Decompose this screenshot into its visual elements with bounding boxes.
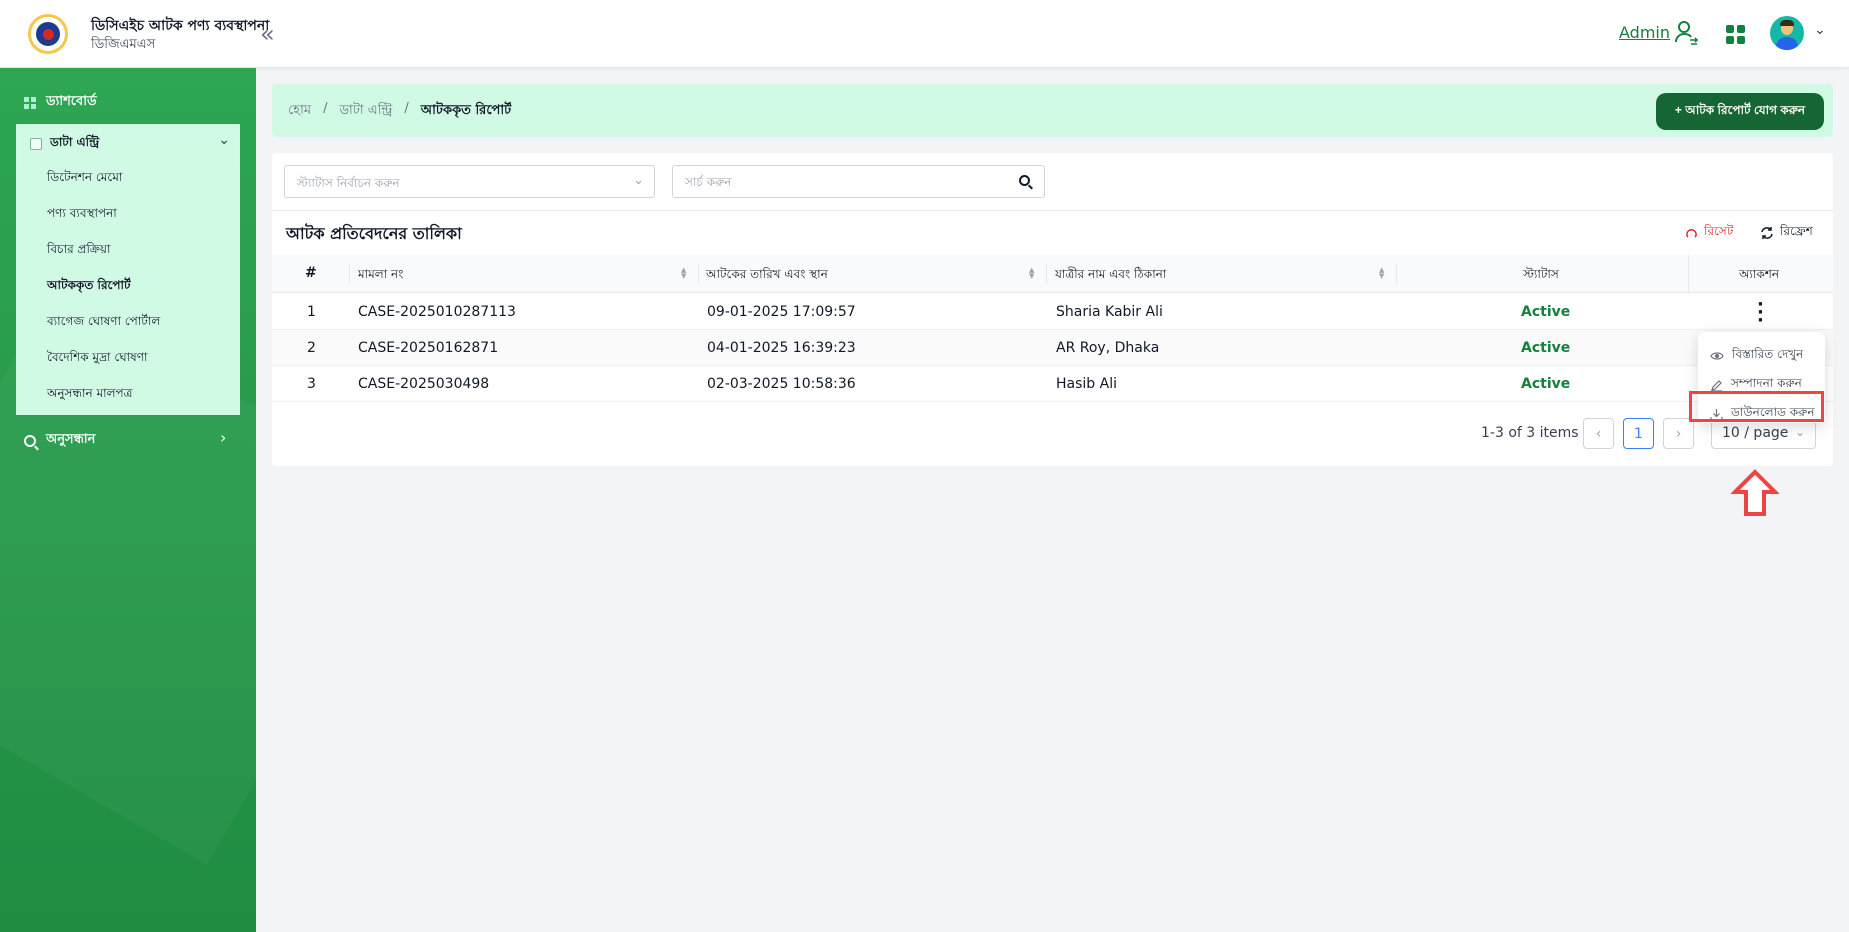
column-header-action: অ্যাকশন <box>1739 267 1780 281</box>
chevron-down-icon[interactable]: ⌄ <box>1814 22 1826 38</box>
chevron-down-icon: ⌄ <box>633 173 644 188</box>
column-header-status: স্ট্যাটাস <box>1523 267 1559 281</box>
column-header-seizure-date[interactable]: আটকের তারিখ এবং স্থান <box>706 266 828 286</box>
sidebar-item-trial-process[interactable]: বিচার প্রক্রিয়া <box>47 241 110 261</box>
refresh-button[interactable]: রিফ্রেশ <box>1760 223 1813 243</box>
status-select-placeholder: স্ট্যাটাস নির্বাচন করুন <box>297 176 400 190</box>
sidebar-item-search[interactable]: অনুসন্ধান <box>24 430 95 451</box>
sort-icon[interactable]: ▲ ▼ <box>681 267 686 280</box>
edit-icon <box>1711 379 1722 392</box>
reset-button[interactable]: রিসেট <box>1685 223 1733 243</box>
next-page-button[interactable]: › <box>1663 418 1694 449</box>
seizure-date: 04-01-2025 16:39:23 <box>707 340 856 356</box>
breadcrumb-data-entry[interactable]: ডাটা এন্ট্রি <box>339 101 392 122</box>
breadcrumb-separator: / <box>404 101 409 116</box>
case-number: CASE-2025030498 <box>358 376 490 392</box>
table-header: # মামলা নং ▲ ▼ আটকের তারিখ এবং স্থান ▲ ▼ য… <box>272 255 1833 293</box>
breadcrumb: হোম / ডাটা এন্ট্রি / আটককৃত রিপোর্ট <box>288 101 511 122</box>
user-name[interactable]: Admin <box>1619 23 1670 42</box>
sidebar-item-detention-memo[interactable]: ডিটেনশন মেমো <box>47 169 122 189</box>
page-size-value: 10 / page <box>1722 425 1789 441</box>
chevron-right-icon[interactable]: › <box>220 428 226 447</box>
case-number: CASE-2025010287113 <box>358 304 516 320</box>
search-box <box>672 165 1045 198</box>
column-header-case-no[interactable]: মামলা নং <box>358 266 403 286</box>
reset-icon <box>1686 228 1697 238</box>
divider <box>272 210 1833 211</box>
page-number[interactable]: 1 <box>1623 418 1654 449</box>
chevron-down-icon[interactable]: ⌄ <box>218 132 230 148</box>
add-report-button[interactable]: + আটক রিপোর্ট যোগ করুন <box>1656 93 1824 130</box>
sidebar: ড্যাশবোর্ড ডাটা এন্ট্রি ⌄ ডিটেনশন মেমো প… <box>0 68 256 932</box>
eye-icon <box>1710 352 1724 360</box>
dashboard-icon <box>24 96 36 109</box>
search-input[interactable] <box>673 166 1003 197</box>
status-badge: Active <box>1521 340 1571 356</box>
app-subtitle: ডিজিএমএস <box>91 37 156 52</box>
table-title: আটক প্রতিবেদনের তালিকা <box>286 224 462 243</box>
sort-icon[interactable]: ▲ ▼ <box>1379 267 1384 280</box>
status-select[interactable]: স্ট্যাটাস নির্বাচন করুন ⌄ <box>284 165 655 198</box>
data-entry-icon <box>30 138 42 150</box>
passenger-name: AR Roy, Dhaka <box>1056 340 1160 356</box>
avatar[interactable] <box>1770 16 1804 50</box>
arrow-up-icon <box>1731 469 1779 516</box>
breadcrumb-bar: হোম / ডাটা এন্ট্রি / আটককৃত রিপোর্ট <box>272 84 1833 137</box>
seizure-date: 09-01-2025 17:09:57 <box>707 304 856 320</box>
seizure-date: 02-03-2025 10:58:36 <box>707 376 856 392</box>
prev-page-button[interactable]: ‹ <box>1583 418 1614 449</box>
passenger-name: Sharia Kabir Ali <box>1056 304 1163 320</box>
collapse-sidebar-icon[interactable]: « <box>260 20 275 48</box>
table-row: 2 CASE-20250162871 04-01-2025 16:39:23 A… <box>272 330 1833 366</box>
status-badge: Active <box>1521 376 1571 392</box>
data-entry-submenu: ডাটা এন্ট্রি ⌄ ডিটেনশন মেমো পণ্য ব্যবস্থ… <box>16 124 240 415</box>
search-icon <box>24 434 36 447</box>
apps-grid-icon[interactable] <box>1726 25 1745 44</box>
sidebar-item-data-entry[interactable]: ডাটা এন্ট্রি <box>30 134 99 154</box>
table-row: 1 CASE-2025010287113 09-01-2025 17:09:57… <box>272 294 1833 330</box>
menu-item-view-details[interactable]: বিস্তারিত দেখুন <box>1710 346 1803 366</box>
case-number: CASE-20250162871 <box>358 340 499 356</box>
top-header: ডিসিএইচ আটক পণ্য ব্যবস্থাপনা ডিজিএমএস « … <box>0 0 1849 68</box>
table-row: 3 CASE-2025030498 02-03-2025 10:58:36 Ha… <box>272 366 1833 402</box>
sidebar-item-unclaimed-goods[interactable]: অনুসন্ধান মালপত্র <box>47 385 133 405</box>
row-number: 3 <box>307 376 316 392</box>
pagination-info: 1-3 of 3 items <box>1481 425 1579 441</box>
row-number: 1 <box>307 304 316 320</box>
user-switch-icon[interactable] <box>1675 20 1699 46</box>
refresh-icon <box>1761 227 1773 239</box>
breadcrumb-home[interactable]: হোম <box>288 101 311 122</box>
breadcrumb-current: আটককৃত রিপোর্ট <box>420 103 512 118</box>
row-number: 2 <box>307 340 316 356</box>
column-header-number: # <box>305 265 317 281</box>
sidebar-item-dashboard[interactable]: ড্যাশবোর্ড <box>24 92 97 113</box>
highlight-box <box>1689 391 1824 422</box>
sort-icon[interactable]: ▲ ▼ <box>1029 267 1034 280</box>
search-icon[interactable] <box>1019 175 1030 186</box>
column-header-passenger[interactable]: যাত্রীর নাম এবং ঠিকানা <box>1055 266 1166 286</box>
app-logo <box>28 14 68 54</box>
sidebar-item-seized-report[interactable]: আটককৃত রিপোর্ট <box>47 277 131 297</box>
breadcrumb-separator: / <box>323 101 328 116</box>
chevron-down-icon: ⌄ <box>1794 425 1805 439</box>
sidebar-item-goods-management[interactable]: পণ্য ব্যবস্থাপনা <box>47 205 117 225</box>
status-badge: Active <box>1521 304 1571 320</box>
sidebar-item-baggage-portal[interactable]: ব্যাগেজ ঘোষণা পোর্টাল <box>47 313 160 333</box>
sidebar-item-currency-declaration[interactable]: বৈদেশিক মুদ্রা ঘোষণা <box>47 349 147 369</box>
more-actions-icon[interactable]: · · · <box>1757 296 1764 330</box>
passenger-name: Hasib Ali <box>1056 376 1117 392</box>
